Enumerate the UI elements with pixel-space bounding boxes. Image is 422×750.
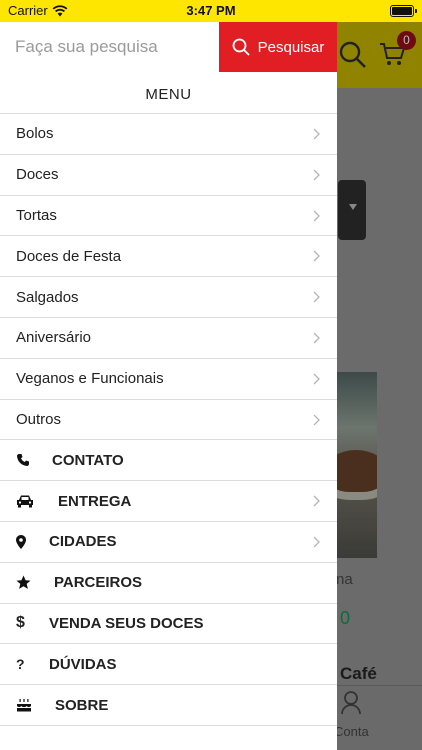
search-input[interactable] bbox=[0, 22, 219, 72]
battery-icon bbox=[390, 5, 417, 17]
menu-item-label: Doces de Festa bbox=[16, 247, 122, 265]
search-button[interactable]: Pesquisar bbox=[219, 22, 337, 72]
car-icon bbox=[16, 494, 58, 508]
menu-item-venda-seus-doces[interactable]: $ VENDA SEUS DOCES bbox=[0, 604, 337, 645]
product-image[interactable] bbox=[335, 372, 377, 558]
menu-item-contato[interactable]: CONTATO bbox=[0, 440, 337, 482]
chevron-right-icon bbox=[313, 169, 320, 181]
chevron-right-icon bbox=[313, 128, 320, 140]
product-price: 0 bbox=[340, 608, 351, 628]
search-button-label: Pesquisar bbox=[257, 38, 325, 56]
menu-item-aniversario[interactable]: Aniversário bbox=[0, 318, 337, 359]
chevron-right-icon bbox=[313, 210, 320, 222]
menu-item-label: DÚVIDAS bbox=[49, 655, 117, 673]
menu-item-label: SOBRE bbox=[55, 696, 109, 714]
question-icon: ? bbox=[16, 656, 25, 673]
menu-item-label: Aniversário bbox=[16, 329, 92, 347]
menu-item-tortas[interactable]: Tortas bbox=[0, 196, 337, 237]
menu-item-salgados[interactable]: Salgados bbox=[0, 277, 337, 318]
menu-item-label: Salgados bbox=[16, 288, 79, 306]
menu-item-label: VENDA SEUS DOCES bbox=[49, 614, 204, 632]
search-bar: Pesquisar bbox=[0, 22, 337, 72]
menu-item-label: Bolos bbox=[16, 125, 54, 143]
chevron-right-icon bbox=[313, 414, 320, 426]
tab-conta[interactable]: Conta bbox=[334, 724, 369, 739]
status-time: 3:47 PM bbox=[186, 3, 236, 18]
chevron-right-icon bbox=[313, 373, 320, 385]
menu-title: MENU bbox=[0, 72, 337, 114]
chevron-right-icon bbox=[313, 495, 320, 507]
birthday-cake-icon bbox=[16, 698, 55, 712]
chevron-right-icon bbox=[313, 291, 320, 303]
menu-item-duvidas[interactable]: ? DÚVIDAS bbox=[0, 644, 337, 686]
menu-item-label: CONTATO bbox=[52, 451, 124, 469]
menu-item-outros[interactable]: Outros bbox=[0, 400, 337, 441]
menu-item-label: PARCEIROS bbox=[54, 574, 143, 592]
menu-item-sobre[interactable]: SOBRE bbox=[0, 685, 337, 726]
phone-icon bbox=[16, 453, 52, 467]
menu-item-veganos[interactable]: Veganos e Funcionais bbox=[0, 359, 337, 400]
menu-item-label: Outros bbox=[16, 410, 62, 428]
star-icon bbox=[16, 575, 54, 590]
chevron-right-icon bbox=[313, 536, 320, 548]
menu-item-label: Tortas bbox=[16, 206, 57, 224]
menu-item-label: Doces bbox=[16, 166, 59, 184]
search-icon bbox=[232, 38, 250, 56]
menu-item-entrega[interactable]: ENTREGA bbox=[0, 481, 337, 522]
search-icon[interactable] bbox=[338, 40, 368, 70]
dollar-icon: $ bbox=[16, 614, 25, 632]
menu-item-cidades[interactable]: CIDADES bbox=[0, 522, 337, 563]
section-title: Café bbox=[340, 664, 377, 683]
chevron-right-icon bbox=[313, 332, 320, 344]
status-bar: Carrier 3:47 PM bbox=[0, 0, 422, 22]
map-marker-icon bbox=[16, 534, 49, 549]
menu-item-parceiros[interactable]: PARCEIROS bbox=[0, 563, 337, 604]
user-icon[interactable] bbox=[340, 690, 362, 716]
chevron-right-icon bbox=[313, 250, 320, 262]
cart-badge: 0 bbox=[397, 31, 416, 50]
product-name: na bbox=[336, 571, 353, 588]
menu-item-label: Veganos e Funcionais bbox=[16, 370, 164, 388]
menu-item-doces[interactable]: Doces bbox=[0, 155, 337, 196]
menu-item-label: ENTREGA bbox=[58, 492, 132, 510]
menu-item-label: CIDADES bbox=[49, 533, 117, 551]
menu-item-doces-de-festa[interactable]: Doces de Festa bbox=[0, 236, 337, 278]
sort-select[interactable] bbox=[338, 180, 366, 240]
menu-item-bolos[interactable]: Bolos bbox=[0, 114, 337, 155]
side-drawer: Pesquisar MENU Bolos Doces Tortas Doces … bbox=[0, 22, 337, 750]
